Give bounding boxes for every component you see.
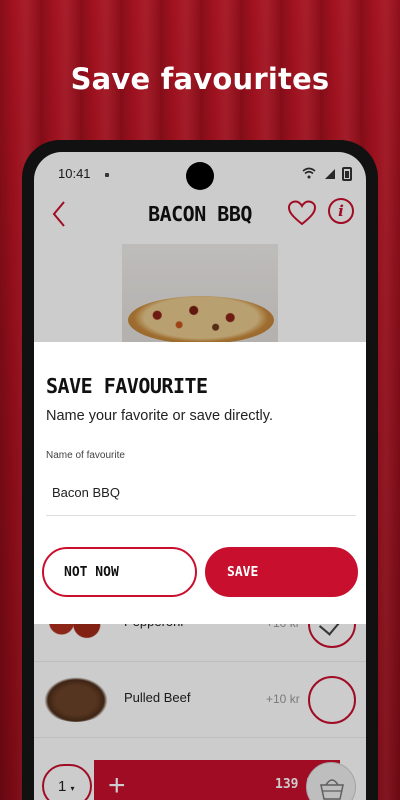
favourite-name-input[interactable] bbox=[46, 470, 356, 516]
modal-backdrop-top[interactable] bbox=[34, 152, 366, 342]
promo-title: Save favourites bbox=[70, 62, 330, 96]
modal-backdrop-bottom[interactable] bbox=[34, 624, 366, 800]
not-now-button[interactable]: NOT NOW bbox=[42, 547, 197, 597]
dialog-title: SAVE FAVOURITE bbox=[46, 374, 208, 398]
save-button[interactable]: SAVE bbox=[205, 547, 358, 597]
save-favourite-dialog: SAVE FAVOURITE Name your favorite or sav… bbox=[34, 342, 366, 624]
dialog-subtitle: Name your favorite or save directly. bbox=[46, 408, 273, 424]
favourite-name-label: Name of favourite bbox=[46, 450, 125, 461]
